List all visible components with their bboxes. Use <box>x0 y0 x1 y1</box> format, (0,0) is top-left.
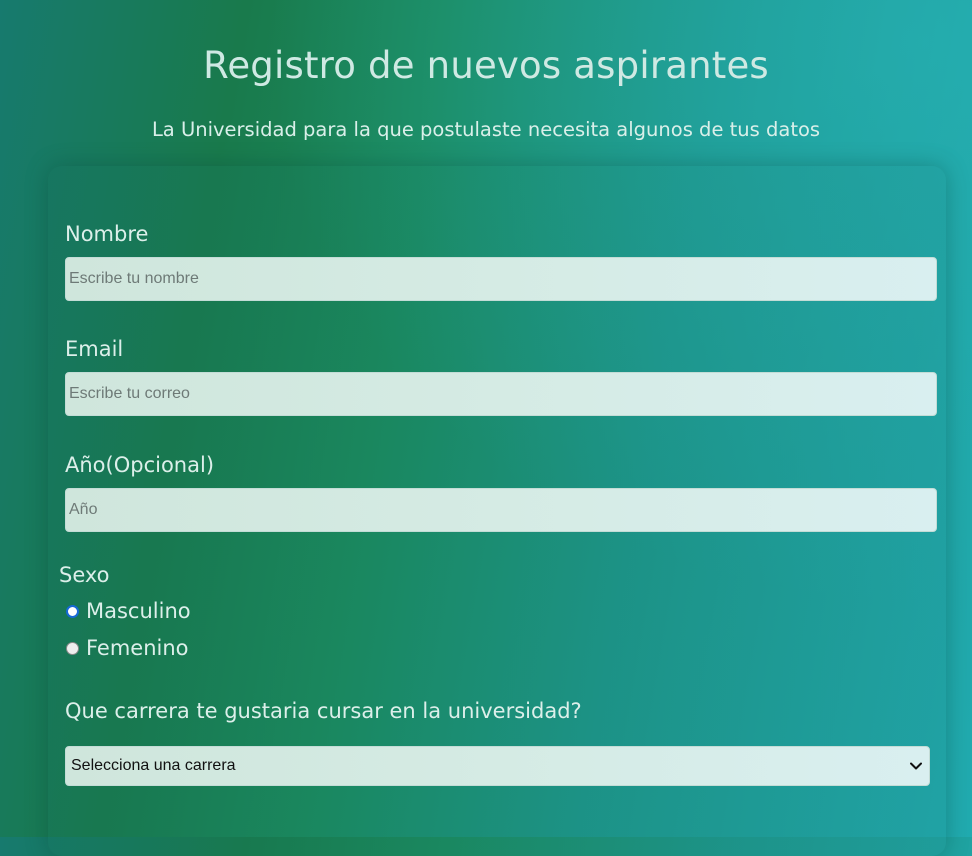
email-label: Email <box>65 337 124 361</box>
radio-femenino[interactable] <box>66 641 79 655</box>
year-input[interactable] <box>65 488 937 532</box>
radio-label-masculino: Masculino <box>86 599 191 623</box>
career-label: Que carrera te gustaria cursar en la uni… <box>65 699 582 723</box>
sex-label: Sexo <box>59 563 110 587</box>
radio-masculino[interactable] <box>66 604 79 618</box>
year-label: Año(Opcional) <box>65 453 215 477</box>
radio-option-femenino[interactable]: Femenino <box>66 635 189 661</box>
name-label: Nombre <box>65 222 149 246</box>
page-subtitle: La Universidad para la que postulaste ne… <box>151 118 821 141</box>
email-input[interactable] <box>65 372 937 416</box>
chevron-down-icon <box>908 758 924 774</box>
name-input[interactable] <box>65 257 937 301</box>
page-title: Registro de nuevos aspirantes <box>203 44 769 87</box>
career-select-value: Selecciona una carrera <box>71 757 236 774</box>
radio-option-masculino[interactable]: Masculino <box>66 598 191 624</box>
career-select[interactable]: Selecciona una carrera <box>65 746 930 786</box>
radio-label-femenino: Femenino <box>86 636 189 660</box>
